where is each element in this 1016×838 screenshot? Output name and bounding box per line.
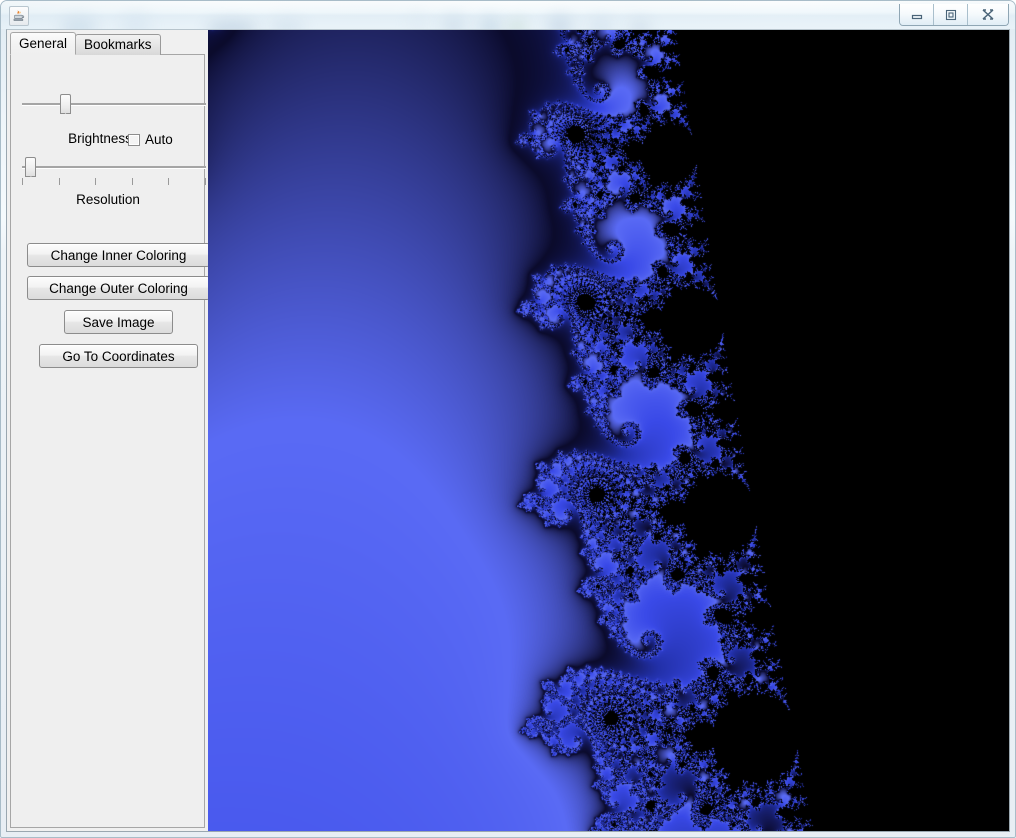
glass-reflection-blob [629, 19, 651, 29]
title-bar[interactable] [1, 1, 1015, 29]
glass-reflection-blob [441, 15, 467, 29]
glass-reflection-blob [589, 17, 613, 29]
resolution-tick [22, 178, 23, 185]
window-controls [899, 4, 1009, 26]
auto-brightness-checkbox-box[interactable] [128, 133, 140, 146]
resolution-slider-track [22, 166, 206, 168]
glass-reflection-blob [409, 13, 427, 29]
restore-button[interactable] [934, 4, 968, 25]
change-inner-coloring-button[interactable]: Change Inner Coloring [27, 243, 210, 267]
resolution-tick [168, 178, 169, 185]
glass-reflection-blob [507, 19, 527, 29]
resolution-slider[interactable] [22, 156, 206, 178]
tab-bookmarks[interactable]: Bookmarks [75, 34, 161, 55]
glass-reflection-blob [121, 13, 151, 29]
tab-general[interactable]: General [10, 32, 77, 55]
tab-general-label: General [19, 35, 68, 51]
change-outer-coloring-button[interactable]: Change Outer Coloring [27, 276, 210, 300]
resolution-slider-thumb[interactable] [25, 157, 37, 177]
java-coffee-cup-icon [9, 6, 29, 26]
brightness-slider[interactable] [22, 93, 206, 115]
glass-reflection-blob [269, 19, 305, 29]
resolution-tick [205, 178, 206, 185]
resolution-tick [59, 178, 60, 185]
save-image-button[interactable]: Save Image [64, 310, 173, 334]
glass-reflection-blob [479, 17, 501, 29]
minimize-button[interactable] [900, 4, 934, 25]
mandelbrot-fractal-image[interactable] [208, 30, 1009, 831]
auto-brightness-label: Auto [145, 132, 173, 147]
auto-brightness-checkbox[interactable]: Auto [128, 132, 173, 147]
go-to-coordinates-button[interactable]: Go To Coordinates [39, 344, 198, 368]
general-tab-panel: Brightness Auto Resolution Change Inner … [10, 54, 210, 828]
tab-strip: General Bookmarks [10, 32, 161, 55]
tab-bookmarks-label: Bookmarks [84, 37, 152, 53]
brightness-slider-track [22, 103, 206, 105]
glass-reflection-blob [61, 17, 97, 29]
brightness-slider-thumb[interactable] [60, 94, 72, 114]
client-area: General Bookmarks Brightness Auto Resolu… [6, 29, 1010, 832]
resolution-tick [95, 178, 96, 185]
glass-reflection-blob [547, 15, 573, 29]
resolution-label: Resolution [76, 192, 140, 207]
resolution-tick [132, 178, 133, 185]
control-panel: General Bookmarks Brightness Auto Resolu… [7, 30, 210, 831]
fractal-view[interactable] [208, 30, 1009, 831]
close-button[interactable] [968, 4, 1008, 25]
glass-reflection-blob [206, 21, 258, 29]
resolution-slider-ticks [22, 178, 206, 185]
fractal-viewer-window: General Bookmarks Brightness Auto Resolu… [0, 0, 1016, 838]
